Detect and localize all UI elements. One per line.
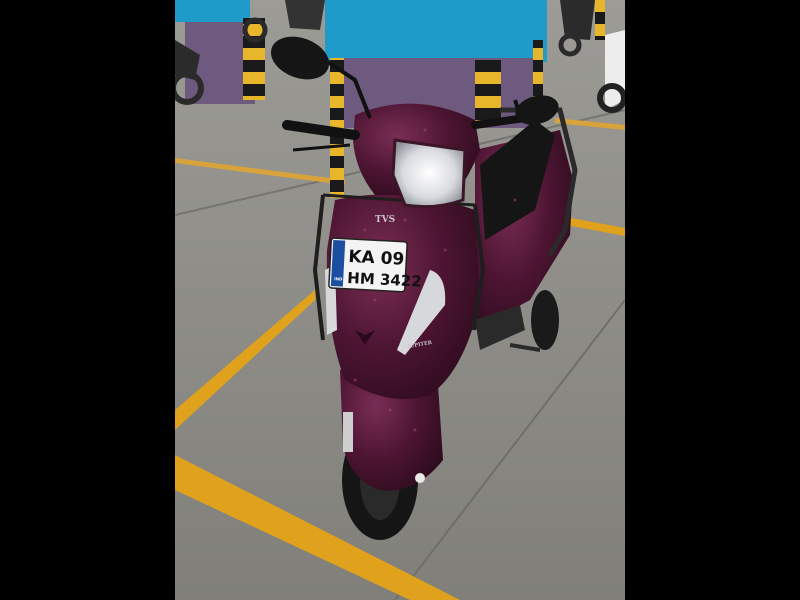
headlamp — [391, 138, 467, 209]
plate-country-code: IND — [334, 276, 343, 281]
image-frame: TVS JUPITER IND KA 09 HM 3422 — [0, 0, 800, 600]
photo-scene: TVS JUPITER IND KA 09 HM 3422 — [175, 0, 625, 600]
right-pillar-hazard — [595, 0, 605, 40]
brand-badge: TVS — [375, 215, 395, 225]
plate-line-1: KA 09 — [348, 247, 405, 270]
scooter-photo: TVS JUPITER IND KA 09 HM 3422 — [175, 0, 625, 600]
